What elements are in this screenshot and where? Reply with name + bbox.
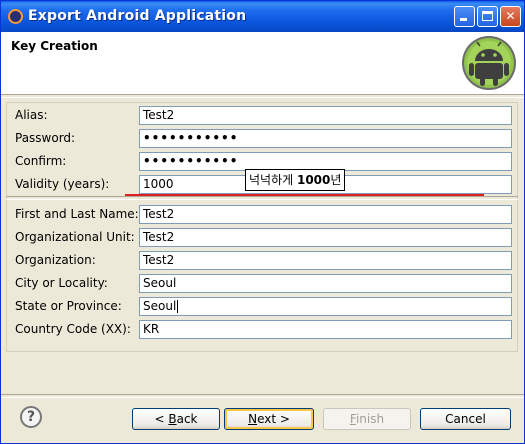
city-label: City or Locality: bbox=[15, 276, 108, 290]
name-row: First and Last Name: Test2 bbox=[1, 205, 524, 225]
validity-label: Validity (years): bbox=[15, 177, 110, 191]
city-row: City or Locality: Seoul bbox=[1, 274, 524, 294]
organization-label: Organization: bbox=[15, 253, 96, 267]
annotation-bold: 1000 bbox=[296, 173, 331, 187]
text-caret bbox=[177, 300, 179, 313]
country-field[interactable]: KR bbox=[139, 320, 512, 339]
next-label: ext bbox=[257, 412, 277, 426]
organization-row: Organization: Test2 bbox=[1, 251, 524, 271]
state-value: Seoul bbox=[143, 299, 177, 313]
name-field[interactable]: Test2 bbox=[139, 205, 512, 224]
confirm-label: Confirm: bbox=[15, 154, 67, 168]
finish-label: inish bbox=[355, 412, 385, 426]
title-bar[interactable]: Export Android Application ✕ bbox=[1, 1, 524, 32]
org-unit-field[interactable]: Test2 bbox=[139, 228, 512, 247]
header-separator bbox=[1, 94, 524, 98]
back-button[interactable]: < Back bbox=[132, 408, 220, 430]
page-title: Key Creation bbox=[11, 39, 98, 53]
next-mnemonic: N bbox=[248, 412, 258, 426]
back-mnemonic: B bbox=[168, 412, 177, 426]
country-row: Country Code (XX): KR bbox=[1, 320, 524, 340]
android-logo-icon bbox=[462, 36, 516, 90]
name-label: First and Last Name: bbox=[15, 207, 139, 221]
next-arrow: > bbox=[276, 412, 290, 426]
org-unit-row: Organizational Unit: Test2 bbox=[1, 228, 524, 248]
help-icon[interactable]: ? bbox=[20, 406, 42, 428]
eclipse-icon bbox=[8, 9, 23, 24]
organization-field[interactable]: Test2 bbox=[139, 251, 512, 270]
finish-button[interactable]: Finish bbox=[323, 408, 411, 430]
back-arrow: < bbox=[154, 412, 169, 426]
annotation-note: 넉넉하게 1000년 bbox=[245, 169, 345, 191]
state-row: State or Province: Seoul bbox=[1, 297, 524, 317]
maximize-button[interactable] bbox=[477, 6, 498, 27]
state-field[interactable]: Seoul bbox=[139, 297, 512, 316]
org-unit-label: Organizational Unit: bbox=[15, 230, 135, 244]
close-button[interactable]: ✕ bbox=[500, 6, 521, 27]
minimize-icon bbox=[460, 18, 467, 21]
wizard-header: Key Creation bbox=[1, 32, 524, 94]
annotation-underline bbox=[125, 194, 484, 196]
alias-field[interactable]: Test2 bbox=[139, 106, 512, 125]
city-field[interactable]: Seoul bbox=[139, 274, 512, 293]
back-label: ack bbox=[176, 412, 198, 426]
export-dialog: Export Android Application ✕ Key Creatio… bbox=[0, 0, 525, 444]
country-label: Country Code (XX): bbox=[15, 322, 131, 336]
password-label: Password: bbox=[15, 131, 76, 145]
alias-row: Alias: Test2 bbox=[1, 106, 524, 126]
next-button[interactable]: Next > bbox=[224, 408, 314, 430]
window-title: Export Android Application bbox=[28, 8, 247, 24]
alias-label: Alias: bbox=[15, 108, 48, 122]
annotation-suffix: 년 bbox=[330, 173, 342, 187]
password-field[interactable]: ••••••••••• bbox=[139, 129, 512, 148]
annotation-prefix: 넉넉하게 bbox=[249, 173, 297, 187]
cancel-button[interactable]: Cancel bbox=[420, 408, 511, 430]
form-separator bbox=[6, 196, 518, 200]
state-label: State or Province: bbox=[15, 299, 122, 313]
minimize-button[interactable] bbox=[454, 6, 475, 27]
close-icon: ✕ bbox=[505, 9, 516, 23]
maximize-icon bbox=[482, 11, 493, 21]
password-row: Password: ••••••••••• bbox=[1, 129, 524, 149]
footer-separator bbox=[1, 394, 524, 398]
